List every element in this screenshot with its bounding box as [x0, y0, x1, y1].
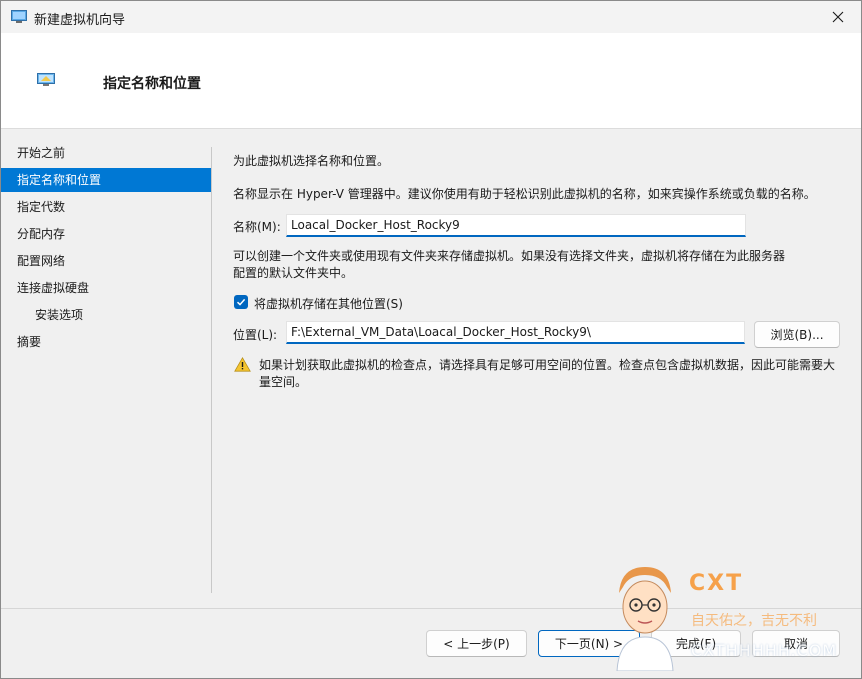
title-bar: 新建虚拟机向导: [1, 1, 861, 33]
page-title: 指定名称和位置: [103, 76, 201, 92]
previous-button-label: < 上一步(P): [443, 637, 510, 651]
watermark-avatar-icon: [605, 561, 685, 672]
vm-monitor-icon: [37, 73, 55, 87]
warning-text: 如果计划获取此虚拟机的检查点，请选择具有足够可用空间的位置。检查点包含虚拟机数据…: [259, 358, 836, 389]
close-icon: [832, 11, 844, 23]
nav-item-label: 摘要: [17, 335, 42, 349]
wizard-window: 新建虚拟机向导 指定名称和位置 开始之前 指定名称和位置 指定代数 分配内存 配…: [0, 0, 862, 679]
nav-item-memory[interactable]: 分配内存: [1, 222, 211, 246]
nav-item-label: 指定名称和位置: [17, 173, 102, 187]
location-label: 位置(L):: [233, 328, 278, 342]
watermark-brand: CXT: [689, 571, 744, 596]
nav-item-install-options[interactable]: 安装选项: [1, 303, 211, 327]
previous-button[interactable]: < 上一步(P): [426, 630, 527, 657]
folder-hint-text: 可以创建一个文件夹或使用现有文件夹来存储虚拟机。如果没有选择文件夹，虚拟机将存储…: [233, 249, 786, 280]
window-title: 新建虚拟机向导: [34, 13, 126, 28]
nav-item-label: 配置网络: [17, 254, 66, 268]
store-elsewhere-label[interactable]: 将虚拟机存储在其他位置(S): [254, 295, 403, 312]
nav-item-summary[interactable]: 摘要: [1, 330, 211, 354]
wizard-steps-nav: 开始之前 指定名称和位置 指定代数 分配内存 配置网络 连接虚拟硬盘 安装选项 …: [1, 141, 211, 357]
name-hint-text: 名称显示在 Hyper-V 管理器中。建议你使用有助于轻松识别此虚拟机的名称，如…: [233, 187, 816, 201]
close-button[interactable]: [815, 1, 861, 33]
nav-item-label: 安装选项: [35, 308, 84, 322]
browse-button-label: 浏览(B)...: [770, 328, 824, 342]
browse-button[interactable]: 浏览(B)...: [754, 321, 840, 348]
nav-item-virtual-disk[interactable]: 连接虚拟硬盘: [1, 276, 211, 300]
nav-item-label: 分配内存: [17, 227, 66, 241]
nav-item-label: 连接虚拟硬盘: [17, 281, 90, 295]
nav-item-label: 开始之前: [17, 146, 66, 160]
checkmark-icon: [236, 298, 246, 306]
warning-icon: [234, 356, 251, 375]
wizard-header: 指定名称和位置: [1, 33, 861, 129]
store-elsewhere-checkbox[interactable]: [234, 295, 248, 309]
name-input[interactable]: [286, 214, 746, 237]
nav-item-name-location[interactable]: 指定名称和位置: [1, 168, 211, 192]
footer-divider: [1, 608, 861, 609]
nav-item-label: 指定代数: [17, 200, 66, 214]
intro-text: 为此虚拟机选择名称和位置。: [233, 154, 390, 168]
watermark-slogan: 自天佑之，吉无不利: [691, 613, 817, 629]
hyperv-app-icon: [11, 10, 27, 24]
name-label: 名称(M):: [233, 220, 281, 234]
nav-item-before-you-begin[interactable]: 开始之前: [1, 141, 211, 165]
nav-item-network[interactable]: 配置网络: [1, 249, 211, 273]
location-input[interactable]: [286, 321, 745, 344]
watermark-domain: CXTHHHHH.COM: [691, 641, 838, 660]
nav-item-generation[interactable]: 指定代数: [1, 195, 211, 219]
nav-divider: [211, 147, 212, 593]
